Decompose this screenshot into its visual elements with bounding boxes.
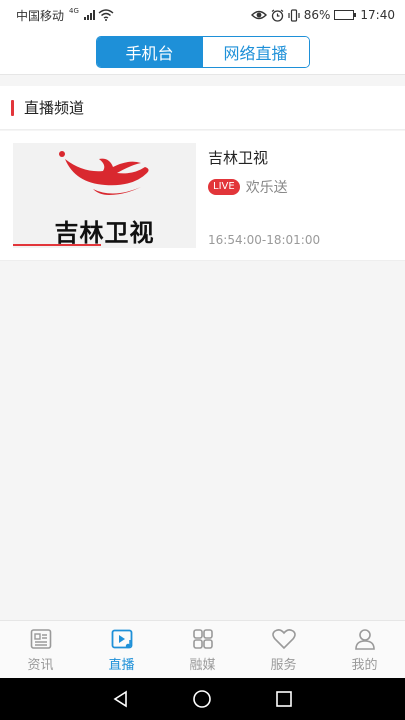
section-header: 直播频道 bbox=[0, 86, 405, 130]
tab-mine-label: 我的 bbox=[351, 658, 378, 673]
user-icon bbox=[354, 629, 375, 650]
vibrate-icon bbox=[288, 8, 300, 22]
wifi-icon bbox=[98, 9, 114, 21]
network-type: 4G bbox=[69, 7, 79, 15]
signal-icon bbox=[83, 10, 95, 20]
back-icon[interactable] bbox=[111, 689, 131, 709]
live-info: LIVE 欢乐送 bbox=[208, 177, 288, 197]
channel-list-item[interactable]: 吉林卫视 吉林卫视 LIVE 欢乐送 16:54:00-18:01:00 bbox=[0, 131, 405, 261]
thumbnail-channel-text: 吉林卫视 bbox=[54, 219, 155, 247]
carrier-name: 中国移动 bbox=[16, 8, 65, 23]
news-icon bbox=[30, 629, 51, 649]
home-icon[interactable] bbox=[192, 689, 212, 709]
program-time-range: 16:54:00-18:01:00 bbox=[208, 233, 321, 247]
tab-media-label: 融媒 bbox=[189, 658, 216, 673]
status-bar: 中国移动 4G 86% 17:40 bbox=[0, 0, 405, 30]
tab-news-label: 资讯 bbox=[27, 658, 54, 673]
tab-web-live[interactable]: 网络直播 bbox=[202, 37, 309, 67]
section-title: 直播频道 bbox=[24, 99, 85, 117]
alarm-icon bbox=[271, 9, 284, 22]
tab-mobile-tv[interactable]: 手机台 bbox=[96, 37, 203, 67]
tab-service[interactable]: 服务 bbox=[243, 621, 324, 678]
channel-thumbnail: 吉林卫视 bbox=[13, 143, 196, 248]
section-accent-bar bbox=[11, 99, 14, 116]
top-header: 手机台 网络直播 bbox=[0, 30, 405, 75]
battery-icon bbox=[334, 10, 357, 20]
battery-percent: 86% bbox=[303, 8, 331, 22]
tab-news[interactable]: 资讯 bbox=[0, 621, 81, 678]
thumbnail-underline bbox=[13, 244, 101, 246]
bottom-tab-bar: 资讯 直播 融媒 服务 我的 bbox=[0, 620, 405, 678]
tab-mine[interactable]: 我的 bbox=[324, 621, 405, 678]
tab-live-label: 直播 bbox=[108, 658, 135, 673]
tab-live[interactable]: 直播 bbox=[81, 621, 162, 678]
current-program: 欢乐送 bbox=[245, 180, 288, 196]
tab-media[interactable]: 融媒 bbox=[162, 621, 243, 678]
tab-service-label: 服务 bbox=[270, 658, 297, 673]
system-nav-bar bbox=[0, 678, 405, 720]
channel-type-switch: 手机台 网络直播 bbox=[95, 36, 310, 68]
eye-icon bbox=[250, 10, 267, 20]
live-badge: LIVE bbox=[208, 179, 240, 195]
grid-icon bbox=[192, 629, 213, 649]
heart-icon bbox=[271, 629, 296, 650]
channel-name: 吉林卫视 bbox=[208, 149, 269, 167]
live-play-icon bbox=[111, 629, 132, 649]
clock: 17:40 bbox=[360, 8, 395, 22]
recent-apps-icon[interactable] bbox=[274, 689, 294, 709]
channel-logo-icon bbox=[59, 151, 149, 195]
